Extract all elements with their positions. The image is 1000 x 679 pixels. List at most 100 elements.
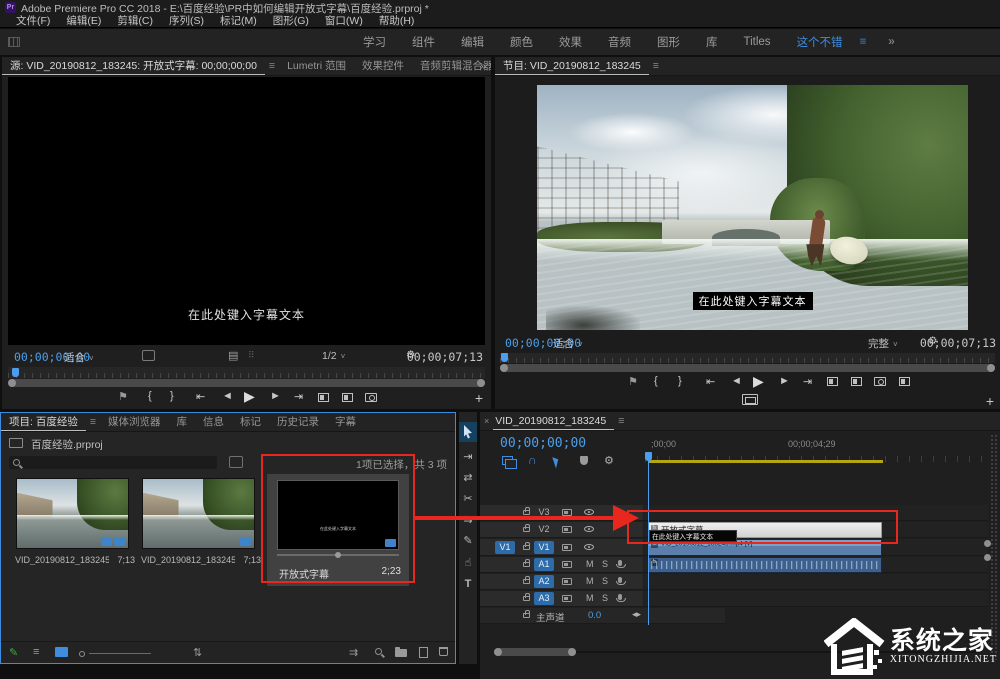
project-writable-icon[interactable]: ✎ bbox=[9, 646, 18, 659]
type-tool[interactable]: T bbox=[459, 578, 477, 590]
track-name[interactable]: A1 bbox=[534, 558, 554, 571]
sync-track-icon[interactable] bbox=[562, 561, 572, 568]
workspace-tab-assembly[interactable]: 组件 bbox=[399, 34, 448, 50]
tab-audio-clip-mixer[interactable]: 音频剪辑混合器: 开放式字幕 bbox=[412, 57, 491, 76]
track-output-eye-icon[interactable] bbox=[584, 509, 594, 515]
menu-clip[interactable]: 剪辑(C) bbox=[109, 13, 161, 28]
go-to-in-icon[interactable]: ⇤ bbox=[196, 390, 205, 403]
step-forward-icon[interactable]: ► bbox=[270, 390, 281, 402]
list-view-icon[interactable]: ≡ bbox=[33, 646, 39, 658]
track-name[interactable]: A2 bbox=[534, 575, 554, 588]
scrollbar-grip-right[interactable] bbox=[477, 379, 485, 387]
tab-media-browser[interactable]: 媒体浏览器 bbox=[100, 413, 169, 432]
track-scroll-grip[interactable] bbox=[984, 554, 991, 561]
pen-tool[interactable]: ✎ bbox=[459, 534, 477, 547]
mute-button[interactable]: M bbox=[586, 559, 594, 569]
menu-edit[interactable]: 编辑(E) bbox=[58, 13, 109, 28]
source-zoom-select[interactable]: 适合˅ bbox=[64, 350, 94, 365]
workspace-tab-custom-active[interactable]: 这个不错 bbox=[784, 34, 856, 50]
keyframe-nav-icon[interactable]: ◂▸ bbox=[632, 609, 641, 620]
automate-to-sequence-icon[interactable]: ⇉ bbox=[349, 646, 358, 659]
project-item-thumbnail[interactable] bbox=[142, 478, 255, 549]
track-header-a1[interactable]: A1 M S bbox=[480, 557, 643, 573]
button-editor-plus-icon[interactable]: + bbox=[986, 393, 994, 409]
add-marker-icon[interactable]: ⚑ bbox=[118, 390, 128, 403]
sync-track-icon[interactable] bbox=[562, 526, 572, 533]
workspace-tab-graphics[interactable]: 图形 bbox=[644, 34, 693, 50]
project-panel-menu-icon[interactable]: ≡ bbox=[86, 416, 100, 428]
export-frame-icon[interactable] bbox=[874, 377, 886, 386]
go-to-in-icon[interactable]: ⇤ bbox=[706, 375, 715, 388]
lock-icon[interactable] bbox=[523, 579, 530, 584]
timeline-playhead-head[interactable] bbox=[645, 452, 652, 461]
workspace-tab-effects[interactable]: 效果 bbox=[546, 34, 595, 50]
delete-icon[interactable] bbox=[439, 647, 448, 656]
scrollbar-grip-right[interactable] bbox=[987, 364, 995, 372]
workspace-tab-color[interactable]: 颜色 bbox=[497, 34, 546, 50]
play-icon[interactable]: ▶ bbox=[753, 373, 764, 390]
overwrite-icon[interactable] bbox=[342, 393, 353, 402]
track-header-a2[interactable]: A2 M S bbox=[480, 574, 643, 590]
track-header-a3[interactable]: A3 M S bbox=[480, 591, 643, 607]
program-playhead[interactable] bbox=[501, 353, 508, 362]
timeline-settings-wrench-icon[interactable]: ⚙ bbox=[604, 454, 614, 467]
ripple-edit-tool[interactable]: ⇄ bbox=[459, 471, 477, 484]
add-marker-icon[interactable]: ⚑ bbox=[628, 375, 638, 388]
razor-tool[interactable]: ✂ bbox=[459, 492, 477, 505]
find-icon[interactable] bbox=[375, 648, 382, 655]
audio-clip[interactable]: fx bbox=[648, 557, 882, 573]
voiceover-mic-icon[interactable] bbox=[618, 577, 622, 583]
extract-icon[interactable] bbox=[851, 377, 862, 386]
mark-out-icon[interactable]: } bbox=[170, 390, 174, 402]
program-zoom-select[interactable]: 适合˅ bbox=[553, 336, 583, 351]
tab-libraries[interactable]: 库 bbox=[168, 413, 195, 432]
menu-file[interactable]: 文件(F) bbox=[8, 13, 58, 28]
track-lane-a3[interactable] bbox=[644, 591, 988, 607]
voiceover-mic-icon[interactable] bbox=[618, 560, 622, 566]
master-level-value[interactable]: 0.0 bbox=[588, 610, 601, 621]
lock-icon[interactable] bbox=[523, 562, 530, 567]
add-marker-icon[interactable] bbox=[580, 456, 588, 465]
insert-nest-toggle-icon[interactable] bbox=[502, 456, 513, 465]
zoom-slider-handle[interactable] bbox=[79, 651, 85, 657]
program-time-ruler[interactable] bbox=[500, 353, 995, 363]
snap-magnet-icon[interactable]: ∩ bbox=[528, 453, 537, 467]
tab-project[interactable]: 项目: 百度经验 bbox=[1, 413, 86, 432]
program-resolution-select[interactable]: 完整˅ bbox=[868, 336, 898, 351]
program-zoom-scrollbar[interactable] bbox=[500, 364, 995, 372]
button-editor-plus-icon[interactable]: + bbox=[475, 390, 483, 406]
workspace-tab-audio[interactable]: 音频 bbox=[595, 34, 644, 50]
lock-icon[interactable] bbox=[523, 527, 530, 532]
track-header-master[interactable]: 主声道 0.0 ◂▸ bbox=[480, 608, 725, 624]
project-file-row[interactable]: 百度经验.prproj bbox=[1, 435, 455, 452]
go-to-out-icon[interactable]: ⇥ bbox=[803, 375, 812, 388]
source-panel-menu-icon[interactable]: ≡ bbox=[265, 60, 279, 72]
menu-graphics[interactable]: 图形(G) bbox=[265, 13, 317, 28]
project-item-name[interactable]: VID_20190812_183245.mp4 bbox=[15, 555, 109, 565]
track-name[interactable]: A3 bbox=[534, 592, 554, 605]
sort-icon[interactable]: ⇅ bbox=[193, 646, 202, 659]
tab-info[interactable]: 信息 bbox=[195, 413, 232, 432]
tab-effect-controls[interactable]: 效果控件 bbox=[354, 57, 412, 76]
mark-in-icon[interactable]: { bbox=[148, 390, 152, 402]
multi-camera-view-icon[interactable] bbox=[899, 377, 910, 386]
mute-button[interactable]: M bbox=[586, 576, 594, 586]
project-item-name[interactable]: VID_20190812_183245 bbox=[141, 555, 235, 565]
mark-in-icon[interactable]: { bbox=[654, 375, 658, 387]
icon-view-icon[interactable] bbox=[55, 647, 68, 657]
button-editor-dots-icon[interactable]: ⠿ bbox=[248, 350, 255, 361]
lock-icon[interactable] bbox=[523, 510, 530, 515]
step-back-icon[interactable]: ◄ bbox=[222, 390, 233, 402]
source-playhead[interactable] bbox=[12, 368, 19, 377]
menu-sequence[interactable]: 序列(S) bbox=[161, 13, 212, 28]
voiceover-mic-icon[interactable] bbox=[618, 594, 622, 600]
filter-bin-icon[interactable] bbox=[229, 456, 243, 468]
solo-button[interactable]: S bbox=[602, 593, 608, 603]
workspace-overflow-icon[interactable]: » bbox=[870, 36, 912, 48]
menu-markers[interactable]: 标记(M) bbox=[212, 13, 265, 28]
sync-track-icon[interactable] bbox=[562, 578, 572, 585]
hand-tool[interactable]: ☝ bbox=[459, 556, 477, 569]
tab-sequence[interactable]: VID_20190812_183245 bbox=[493, 412, 614, 431]
source-time-ruler[interactable] bbox=[8, 367, 485, 378]
sync-track-icon[interactable] bbox=[562, 509, 572, 516]
